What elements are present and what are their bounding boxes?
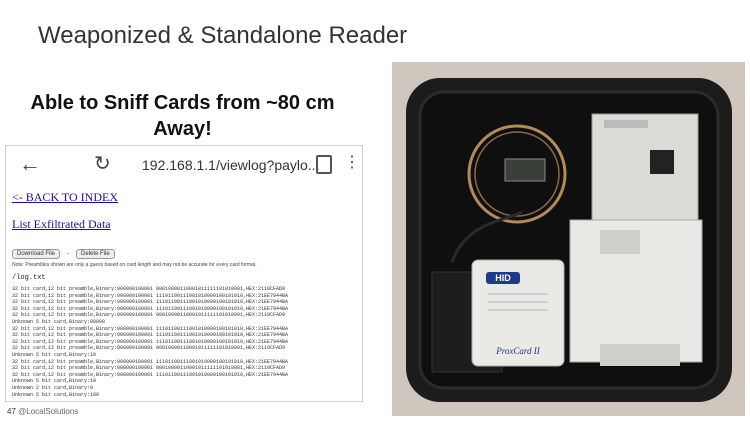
log-line: 32 bit card,12 bit preamble,Binary:00000… bbox=[12, 305, 289, 312]
log-line: 32 bit card,12 bit preamble,Binary:00000… bbox=[12, 358, 289, 365]
subheading: Able to Sniff Cards from ~80 cm Away! bbox=[0, 90, 365, 142]
web-page: <- BACK TO INDEX List Exfiltrated Data D… bbox=[6, 190, 362, 398]
preamble-note: Note: Preambles shown are only a guess b… bbox=[12, 262, 257, 268]
slide-number: 47 bbox=[7, 407, 16, 416]
footer-handle: @LocalSolutions bbox=[18, 407, 79, 416]
more-dots-icon[interactable]: ⋮⋮ bbox=[344, 152, 362, 172]
log-line: 32 bit card,12 bit preamble,Binary:00000… bbox=[12, 299, 289, 306]
log-filename: /log.txt bbox=[12, 274, 46, 282]
delete-file-button[interactable]: Delete File bbox=[76, 249, 115, 259]
tabs-icon[interactable] bbox=[316, 155, 332, 174]
proxcard-text: ProxCard II bbox=[495, 346, 541, 356]
download-file-button[interactable]: Download File bbox=[12, 249, 61, 259]
log-line: 32 bit card,12 bit preamble,Binary:00000… bbox=[12, 286, 286, 292]
browser-toolbar: ← ↻ 192.168.1.1/viewlog?paylo... ⋮⋮ bbox=[6, 146, 362, 184]
log-line: Unknown 5 bit card,Binary:100 bbox=[12, 391, 100, 398]
list-exfiltrated-data-link[interactable]: List Exfiltrated Data bbox=[12, 217, 362, 232]
log-line: Unknown 5 bit card,Binary:10 bbox=[12, 351, 97, 358]
file-actions: Download File - Delete File bbox=[12, 242, 362, 259]
log-line: 32 bit card,12 bit preamble,Binary:00000… bbox=[12, 345, 286, 352]
log-line: 32 bit card,12 bit preamble,Binary:00000… bbox=[12, 371, 289, 378]
log-output: 32 bit card,12 bit preamble,Binary:00000… bbox=[12, 286, 362, 398]
log-line: 32 bit card,12 bit preamble,Binary:00000… bbox=[12, 338, 289, 345]
board-label bbox=[600, 230, 640, 254]
sniffer-module bbox=[504, 158, 546, 182]
hid-logo-text: HID bbox=[495, 273, 511, 283]
reload-icon[interactable]: ↻ bbox=[94, 151, 111, 176]
arrow-left-icon[interactable]: ← bbox=[19, 151, 41, 177]
log-line: 32 bit card,12 bit preamble,Binary:00000… bbox=[12, 325, 289, 332]
caution-label bbox=[600, 344, 680, 366]
log-line: 32 bit card,12 bit preamble,Binary:00000… bbox=[12, 332, 289, 339]
board-connector bbox=[604, 120, 648, 128]
back-to-index-link[interactable]: <- BACK TO INDEX bbox=[12, 190, 362, 205]
subheading-line-1: Able to Sniff Cards from ~80 cm bbox=[30, 92, 335, 114]
log-line: 32 bit card,12 bit preamble,Binary:00000… bbox=[12, 292, 289, 299]
address-bar[interactable]: 192.168.1.1/viewlog?paylo... bbox=[142, 157, 319, 173]
slide-footer: 47 @LocalSolutions bbox=[7, 407, 78, 416]
log-line: Unknown 2 bit card,Binary:0 bbox=[12, 384, 94, 391]
log-line: Unknown 5 bit card,Binary:00000 bbox=[12, 318, 106, 325]
reader-photo: HID ProxCard II bbox=[392, 62, 745, 416]
subheading-line-2: Away! bbox=[153, 118, 212, 140]
log-line: 32 bit card,12 bit preamble,Binary:00000… bbox=[12, 312, 286, 319]
slide-title: Weaponized & Standalone Reader bbox=[38, 22, 408, 49]
log-line: Unknown 5 bit card,Binary:10 bbox=[12, 378, 97, 385]
browser-screenshot: ← ↻ 192.168.1.1/viewlog?paylo... ⋮⋮ <- B… bbox=[5, 145, 363, 402]
board-chip bbox=[650, 150, 674, 174]
separator: - bbox=[67, 251, 70, 257]
log-line: 32 bit card,12 bit preamble,Binary:00000… bbox=[12, 365, 286, 372]
